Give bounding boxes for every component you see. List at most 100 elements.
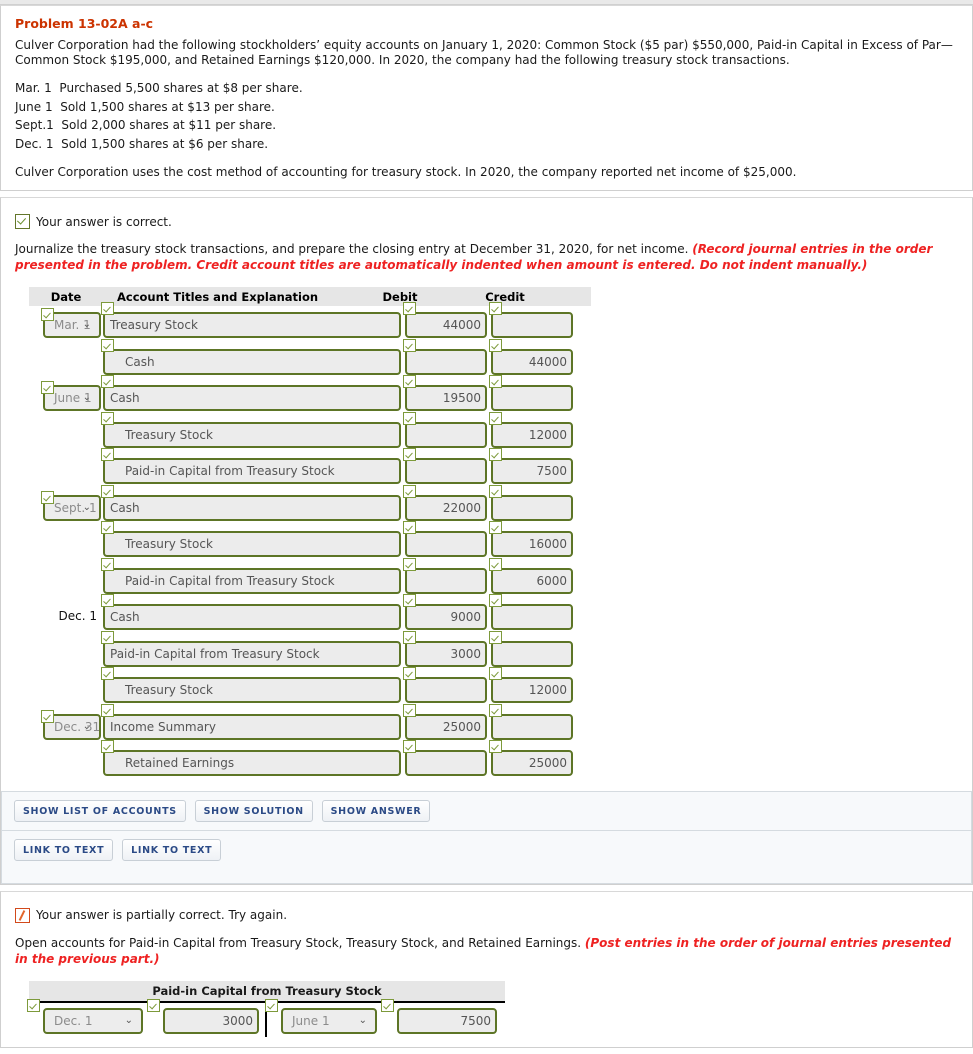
- check-icon: [489, 740, 502, 753]
- check-icon: [101, 411, 114, 425]
- link-to-text-button-1[interactable]: LINK TO TEXT: [14, 838, 114, 861]
- credit-amount-input[interactable]: [491, 640, 573, 667]
- transaction-item: Sept.1 Sold 2,000 shares at $11 per shar…: [15, 118, 277, 132]
- account-title-input[interactable]: Paid-in Capital from Treasury Stock: [103, 567, 401, 594]
- debit-amount-input[interactable]: [405, 421, 487, 448]
- check-icon: [489, 630, 502, 644]
- credit-amount-input[interactable]: [491, 385, 573, 411]
- debit-amount-input[interactable]: [405, 458, 487, 484]
- credit-amount-input[interactable]: 16000: [491, 531, 573, 557]
- t-account-paid-in-capital: Paid-in Capital from Treasury Stock Dec.…: [27, 980, 505, 1037]
- credit-amount-input[interactable]: 12000: [491, 421, 573, 448]
- debit-amount-input[interactable]: [405, 531, 487, 557]
- credit-amount-input[interactable]: 25000: [491, 750, 573, 776]
- account-title-input[interactable]: Cash: [103, 494, 401, 521]
- credit-amount-input[interactable]: 44000: [491, 348, 573, 375]
- check-icon: [101, 740, 114, 753]
- chevron-down-icon: ⌄: [82, 319, 91, 330]
- t-account-debit-date-select[interactable]: Dec. 1 ⌄: [43, 1007, 143, 1034]
- journal-cell-credit: 6000: [489, 557, 577, 599]
- check-icon: [101, 448, 114, 461]
- t-account-debit-amount-input[interactable]: 3000: [163, 1007, 259, 1034]
- show-answer-button[interactable]: SHOW ANSWER: [321, 799, 431, 822]
- account-title-input[interactable]: Treasury Stock: [103, 421, 401, 448]
- journal-cell-debit: [403, 338, 491, 380]
- journal-cell-date: Dec. 31 ⌄: [29, 708, 103, 745]
- account-title-input[interactable]: Retained Earnings: [103, 750, 401, 776]
- journal-cell-debit: [403, 557, 491, 599]
- debit-amount-input[interactable]: [405, 348, 487, 375]
- check-icon: [147, 998, 160, 1012]
- journal-cell-credit: 25000: [489, 740, 577, 781]
- problem-intro: Culver Corporation had the following sto…: [15, 38, 953, 67]
- credit-amount-input[interactable]: [491, 494, 573, 521]
- debit-amount-input[interactable]: 9000: [405, 604, 487, 630]
- journal-cell-debit: 44000: [403, 302, 491, 343]
- account-title-input[interactable]: Income Summary: [103, 713, 401, 740]
- check-icon: [403, 667, 416, 680]
- part-a-panel: Your answer is correct. Journalize the t…: [0, 197, 973, 885]
- account-title-input[interactable]: Treasury Stock: [103, 531, 401, 557]
- credit-amount-input[interactable]: 12000: [491, 677, 573, 703]
- journal-cell-account: Cash: [101, 338, 405, 380]
- account-title-input[interactable]: Cash: [103, 385, 401, 411]
- check-icon: [101, 521, 114, 534]
- account-title-input[interactable]: Paid-in Capital from Treasury Stock: [103, 640, 401, 667]
- debit-amount-input[interactable]: 19500: [405, 385, 487, 411]
- credit-amount-input[interactable]: 7500: [491, 458, 573, 484]
- transaction-list: Mar. 1 Purchased 5,500 shares at $8 per …: [15, 79, 958, 153]
- show-list-of-accounts-button[interactable]: SHOW LIST OF ACCOUNTS: [14, 799, 186, 822]
- check-icon: [489, 448, 502, 461]
- check-icon: [101, 667, 114, 680]
- check-icon: [403, 521, 416, 534]
- journal-cell-date: [29, 562, 103, 599]
- date-select-wrapper: Dec. 31 ⌄: [41, 709, 101, 740]
- account-title-input[interactable]: Cash: [103, 348, 401, 375]
- check-icon: [489, 703, 502, 717]
- account-title-input[interactable]: Cash: [103, 604, 401, 630]
- journal-cell-date: Mar. 1 ⌄: [29, 306, 103, 343]
- journal-cell-debit: [403, 411, 491, 453]
- journal-cell-date: [29, 744, 103, 781]
- t-account-debit-date-select-cell: Dec. 1 ⌄: [27, 998, 149, 1037]
- journal-table-row: Dec. 1 Cash 9000: [29, 594, 591, 635]
- credit-amount-input[interactable]: [491, 713, 573, 740]
- journal-cell-credit: [489, 703, 577, 745]
- journal-table-row: Mar. 1 ⌄ Treasury Stock 44000: [29, 302, 591, 343]
- debit-amount-input[interactable]: 25000: [405, 713, 487, 740]
- journal-cell-account: Cash: [101, 375, 405, 416]
- credit-amount-input[interactable]: 6000: [491, 567, 573, 594]
- journal-table-row: Cash 44000: [29, 338, 591, 380]
- debit-amount-input[interactable]: 3000: [405, 640, 487, 667]
- t-account-credit-amount-input[interactable]: 7500: [397, 1007, 497, 1034]
- journal-cell-credit: [489, 484, 577, 526]
- debit-amount-input[interactable]: [405, 750, 487, 776]
- journal-cell-date: Sept. 1 ⌄: [29, 489, 103, 526]
- journal-table-row: Paid-in Capital from Treasury Stock 3000: [29, 630, 591, 672]
- check-icon: [489, 375, 502, 388]
- show-solution-button[interactable]: SHOW SOLUTION: [194, 799, 313, 822]
- part-b-status-text: Your answer is partially correct. Try ag…: [36, 908, 288, 922]
- check-icon: [15, 214, 30, 229]
- account-title-input[interactable]: Paid-in Capital from Treasury Stock: [103, 458, 401, 484]
- date-select-wrapper: Mar. 1 ⌄: [41, 308, 101, 338]
- debit-amount-input[interactable]: [405, 677, 487, 703]
- debit-amount-input[interactable]: 44000: [405, 312, 487, 338]
- link-to-text-button-2[interactable]: LINK TO TEXT: [122, 838, 222, 861]
- part-b-instruction-plain: Open accounts for Paid-in Capital from T…: [15, 935, 585, 950]
- journal-table-row: Sept. 1 ⌄ Cash 22000: [29, 484, 591, 526]
- debit-amount-input[interactable]: [405, 567, 487, 594]
- credit-amount-input[interactable]: [491, 312, 573, 338]
- journal-cell-debit: 22000: [403, 484, 491, 526]
- debit-amount-input[interactable]: 22000: [405, 494, 487, 521]
- column-header-account: Account Titles and Explanation: [117, 289, 319, 304]
- journal-cell-account: Income Summary: [101, 703, 405, 745]
- problem-panel: Problem 13-02A a-c Culver Corporation ha…: [0, 5, 973, 191]
- account-title-input[interactable]: Treasury Stock: [103, 677, 401, 703]
- check-icon: [41, 308, 54, 321]
- account-title-input[interactable]: Treasury Stock: [103, 312, 401, 338]
- part-a-instruction-plain: Journalize the treasury stock transactio…: [15, 242, 693, 256]
- credit-amount-input[interactable]: [491, 604, 573, 630]
- t-account-credit-date-select[interactable]: June 1 ⌄: [281, 1007, 377, 1034]
- check-icon: [41, 381, 54, 394]
